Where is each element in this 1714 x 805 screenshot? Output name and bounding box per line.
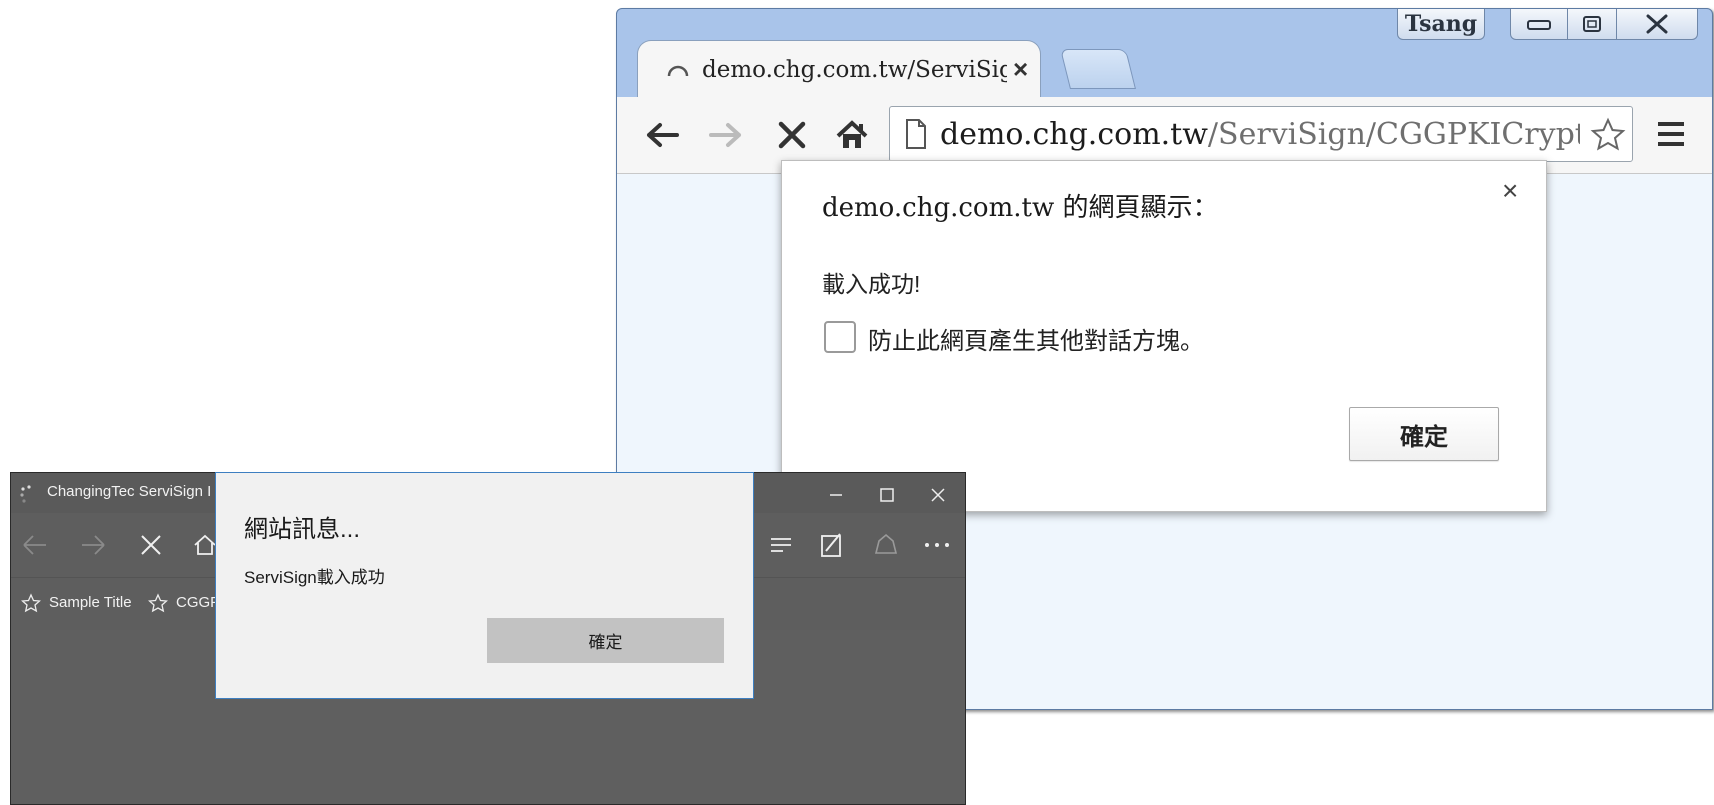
share-icon[interactable] xyxy=(873,531,899,559)
more-icon[interactable] xyxy=(923,537,951,553)
tab-title: demo.chg.com.tw/ServiSign/CGGPKICryptATL xyxy=(702,56,1007,83)
alert-close-icon[interactable]: × xyxy=(1502,177,1518,205)
dialog-title: 網站訊息... xyxy=(244,516,361,543)
chrome-alert-dialog: demo.chg.com.tw 的網頁顯示： × 載入成功! 防止此網頁產生其他… xyxy=(781,160,1547,512)
suppress-dialogs-label[interactable]: 防止此網頁產生其他對話方塊。 xyxy=(868,321,1204,356)
url-host: demo.chg.com.tw xyxy=(940,116,1208,152)
favorite-item-sample-title[interactable]: Sample Title xyxy=(49,594,132,611)
dialog-message: ServiSign載入成功 xyxy=(244,568,385,587)
edge-alert-dialog: 網站訊息... ServiSign載入成功 確定 xyxy=(215,472,754,699)
profile-button[interactable]: Tsang xyxy=(1397,9,1485,40)
restore-icon xyxy=(1583,16,1601,32)
stop-icon[interactable] xyxy=(139,533,163,557)
menu-icon[interactable] xyxy=(1655,119,1687,149)
home-icon[interactable] xyxy=(835,119,869,151)
loading-dots-icon xyxy=(20,485,31,503)
suppress-dialogs-checkbox[interactable] xyxy=(824,321,856,353)
note-icon[interactable] xyxy=(819,531,845,559)
close-window-button[interactable] xyxy=(1616,9,1698,40)
forward-arrow-icon[interactable] xyxy=(79,533,107,557)
close-icon[interactable] xyxy=(928,485,948,505)
star-icon[interactable] xyxy=(1590,117,1626,151)
alert-title: demo.chg.com.tw 的網頁顯示： xyxy=(822,193,1219,223)
url-path: /ServiSign/CGGPKICryptATL. xyxy=(1207,116,1580,152)
hub-icon[interactable] xyxy=(769,535,793,555)
page-icon xyxy=(906,119,926,149)
maximize-icon[interactable] xyxy=(877,485,897,505)
alert-message: 載入成功! xyxy=(822,271,921,297)
edge-tab-title[interactable]: ChangingTec ServiSign I xyxy=(47,483,211,500)
minimize-icon[interactable] xyxy=(826,485,846,505)
back-arrow-icon[interactable] xyxy=(21,533,49,557)
star-icon xyxy=(21,593,41,613)
url-text: demo.chg.com.tw/ServiSign/CGGPKICryptATL… xyxy=(940,117,1580,152)
restore-button[interactable] xyxy=(1567,9,1617,40)
home-icon[interactable] xyxy=(193,533,217,557)
new-tab-button[interactable] xyxy=(1060,49,1136,89)
star-icon xyxy=(148,593,168,613)
back-arrow-icon[interactable] xyxy=(645,121,681,149)
dialog-ok-button[interactable]: 確定 xyxy=(487,618,724,663)
omnibox[interactable]: demo.chg.com.tw/ServiSign/CGGPKICryptATL… xyxy=(889,106,1633,162)
minimize-icon xyxy=(1527,20,1551,30)
alert-ok-button[interactable]: 確定 xyxy=(1349,407,1499,461)
loading-spinner-icon xyxy=(667,65,689,76)
tab-close-icon[interactable]: × xyxy=(1013,54,1028,85)
stop-icon[interactable] xyxy=(777,121,807,149)
forward-arrow-icon[interactable] xyxy=(707,121,743,149)
close-icon xyxy=(1646,14,1668,34)
minimize-button[interactable] xyxy=(1510,9,1568,40)
tab-active[interactable]: demo.chg.com.tw/ServiSign/CGGPKICryptATL… xyxy=(637,40,1041,98)
